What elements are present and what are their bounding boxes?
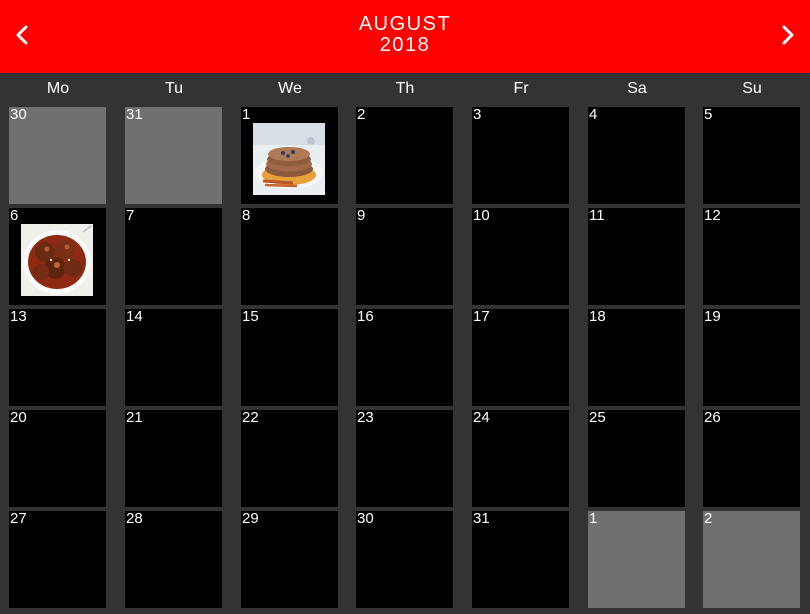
calendar-day[interactable]: 4: [588, 107, 685, 204]
day-number: 18: [589, 308, 606, 325]
calendar-day-outside-month[interactable]: 31: [125, 107, 222, 204]
day-number: 1: [589, 510, 598, 527]
day-number: 25: [589, 409, 606, 426]
calendar-grid: 30 31 1 2 3 4 5 6 7 8 9 10 11 12 13 14 15 16 17 18 19 20 21 22 2…: [0, 0, 810, 614]
calendar-day[interactable]: 14: [125, 309, 222, 406]
calendar-day[interactable]: 21: [125, 410, 222, 507]
day-number: 9: [357, 207, 366, 224]
day-number: 30: [357, 510, 374, 527]
day-number: 17: [473, 308, 490, 325]
day-number: 29: [242, 510, 259, 527]
calendar-day[interactable]: 17: [472, 309, 569, 406]
day-number: 2: [704, 510, 713, 527]
day-number: 4: [589, 106, 598, 123]
day-number: 22: [242, 409, 259, 426]
calendar-day[interactable]: 16: [356, 309, 453, 406]
calendar-day[interactable]: 24: [472, 410, 569, 507]
day-number: 2: [357, 106, 366, 123]
calendar-day[interactable]: 6: [9, 208, 106, 305]
calendar-day[interactable]: 18: [588, 309, 685, 406]
day-number: 8: [242, 207, 251, 224]
calendar-day[interactable]: 5: [703, 107, 800, 204]
calendar-day[interactable]: 26: [703, 410, 800, 507]
calendar-day-outside-month[interactable]: 2: [703, 511, 800, 608]
day-number: 26: [704, 409, 721, 426]
day-number: 24: [473, 409, 490, 426]
day-number: 31: [473, 510, 490, 527]
pancakes-photo[interactable]: [253, 123, 325, 195]
calendar-day-outside-month[interactable]: 1: [588, 511, 685, 608]
calendar-day[interactable]: 7: [125, 208, 222, 305]
day-number: 10: [473, 207, 490, 224]
calendar-day[interactable]: 22: [241, 410, 338, 507]
calendar-day[interactable]: 3: [472, 107, 569, 204]
day-number: 30: [10, 106, 27, 123]
day-number: 6: [10, 207, 19, 224]
meatballs-photo[interactable]: [21, 224, 93, 296]
calendar-day[interactable]: 1: [241, 107, 338, 204]
day-number: 1: [242, 106, 251, 123]
day-number: 14: [126, 308, 143, 325]
calendar-day[interactable]: 29: [241, 511, 338, 608]
calendar-day[interactable]: 20: [9, 410, 106, 507]
day-number: 16: [357, 308, 374, 325]
calendar-day[interactable]: 13: [9, 309, 106, 406]
day-number: 3: [473, 106, 482, 123]
day-number: 13: [10, 308, 27, 325]
calendar-day[interactable]: 25: [588, 410, 685, 507]
day-number: 23: [357, 409, 374, 426]
day-number: 28: [126, 510, 143, 527]
calendar-day[interactable]: 11: [588, 208, 685, 305]
calendar-day[interactable]: 2: [356, 107, 453, 204]
day-number: 19: [704, 308, 721, 325]
day-number: 15: [242, 308, 259, 325]
day-number: 7: [126, 207, 135, 224]
day-number: 12: [704, 207, 721, 224]
day-number: 21: [126, 409, 143, 426]
calendar-day[interactable]: 8: [241, 208, 338, 305]
day-number: 11: [589, 207, 605, 224]
calendar-day[interactable]: 30: [356, 511, 453, 608]
day-number: 31: [126, 106, 143, 123]
calendar-day[interactable]: 28: [125, 511, 222, 608]
calendar-day[interactable]: 23: [356, 410, 453, 507]
calendar-day[interactable]: 9: [356, 208, 453, 305]
day-number: 5: [704, 106, 713, 123]
day-number: 27: [10, 510, 27, 527]
calendar-day[interactable]: 31: [472, 511, 569, 608]
calendar-day[interactable]: 19: [703, 309, 800, 406]
calendar-day[interactable]: 15: [241, 309, 338, 406]
calendar-day[interactable]: 10: [472, 208, 569, 305]
calendar-day[interactable]: 12: [703, 208, 800, 305]
calendar-day[interactable]: 27: [9, 511, 106, 608]
calendar-day-outside-month[interactable]: 30: [9, 107, 106, 204]
day-number: 20: [10, 409, 27, 426]
